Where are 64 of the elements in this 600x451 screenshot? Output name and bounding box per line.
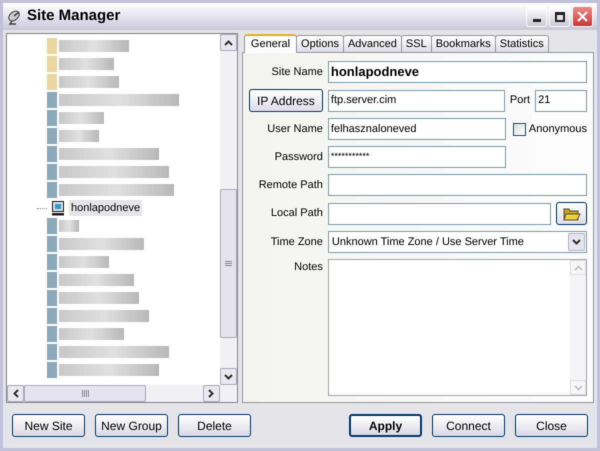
tab[interactable]: SSL bbox=[400, 35, 432, 52]
button[interactable]: Close bbox=[515, 414, 588, 437]
vertical-scrollbar[interactable] bbox=[220, 34, 237, 385]
pixelated-tree-item[interactable] bbox=[47, 110, 104, 126]
field-label: Port bbox=[510, 93, 530, 108]
button[interactable]: New Site bbox=[12, 414, 85, 437]
pixelated-tree-item[interactable] bbox=[47, 290, 139, 306]
button[interactable]: Apply bbox=[349, 414, 422, 437]
folder-icon bbox=[562, 206, 580, 220]
pixelated-tree-item[interactable] bbox=[47, 182, 174, 198]
input-field[interactable]: *********** bbox=[328, 146, 506, 168]
pixelated-tree-item[interactable] bbox=[47, 344, 169, 360]
input-field[interactable]: felhasznaloneved bbox=[328, 118, 506, 140]
notes-field[interactable] bbox=[328, 259, 587, 396]
close-button[interactable] bbox=[572, 6, 593, 27]
pixelated-tree-item[interactable] bbox=[47, 92, 179, 108]
pixelated-tree-item[interactable] bbox=[47, 56, 114, 72]
input-field[interactable]: 21 bbox=[535, 90, 587, 112]
pixelated-tree-item[interactable] bbox=[47, 146, 159, 162]
tab[interactable]: Options bbox=[296, 35, 344, 52]
input-field[interactable]: ftp.server.cim bbox=[328, 90, 505, 112]
pixelated-tree-item[interactable] bbox=[47, 326, 124, 342]
field-label: Site Name bbox=[270, 64, 323, 80]
pixelated-tree-item[interactable] bbox=[47, 362, 159, 378]
button[interactable]: Delete bbox=[178, 414, 251, 437]
close-icon bbox=[577, 11, 588, 22]
field-label: Remote Path bbox=[258, 178, 323, 193]
ip-address-button[interactable]: IP Address bbox=[248, 89, 323, 112]
pixelated-tree-item[interactable] bbox=[47, 128, 99, 144]
input-field[interactable]: honlapodneve bbox=[328, 61, 587, 83]
tree-item[interactable]: honlapodneve bbox=[69, 200, 142, 216]
pixelated-tree-item[interactable] bbox=[47, 74, 119, 90]
anonymous-checkbox[interactable] bbox=[512, 122, 526, 136]
button[interactable]: New Group bbox=[95, 414, 168, 437]
tab[interactable]: Bookmarks bbox=[430, 35, 496, 52]
pixelated-tree-item[interactable] bbox=[47, 308, 149, 324]
horizontal-scrollbar[interactable] bbox=[7, 385, 237, 402]
tab[interactable]: Statistics bbox=[494, 35, 549, 52]
field-label: Time Zone bbox=[270, 234, 323, 250]
scroll-thumb[interactable] bbox=[24, 385, 146, 402]
scroll-thumb[interactable] bbox=[220, 189, 237, 338]
field-label: Password bbox=[274, 150, 323, 165]
minimize-button[interactable] bbox=[526, 6, 547, 27]
pixelated-tree-item[interactable] bbox=[47, 254, 109, 270]
computer-icon bbox=[51, 200, 65, 216]
tab[interactable]: General bbox=[244, 34, 298, 53]
field-label: Local Path bbox=[270, 206, 323, 222]
field-label: Notes bbox=[293, 260, 323, 275]
input-field[interactable] bbox=[328, 174, 587, 196]
field-label: User Name bbox=[266, 122, 323, 137]
pixelated-tree-item[interactable] bbox=[47, 272, 134, 288]
input-field[interactable] bbox=[328, 202, 551, 224]
button[interactable]: Connect bbox=[432, 414, 505, 437]
time-zone-dropdown[interactable]: Unknown Time Zone / Use Server Time bbox=[328, 231, 587, 253]
dropdown-value: Unknown Time Zone / Use Server Time bbox=[332, 234, 524, 250]
pixelated-tree-item[interactable] bbox=[47, 236, 144, 252]
window-title: Site Manager bbox=[27, 6, 120, 26]
checkbox-label: Anonymous bbox=[528, 122, 587, 137]
maximize-button[interactable] bbox=[549, 6, 570, 27]
pixelated-tree-item[interactable] bbox=[47, 38, 129, 54]
tab[interactable]: Advanced bbox=[342, 35, 402, 52]
browse-folder-button[interactable] bbox=[556, 202, 587, 225]
pixelated-tree-item[interactable] bbox=[47, 164, 169, 180]
pixelated-tree-item[interactable] bbox=[47, 218, 79, 234]
